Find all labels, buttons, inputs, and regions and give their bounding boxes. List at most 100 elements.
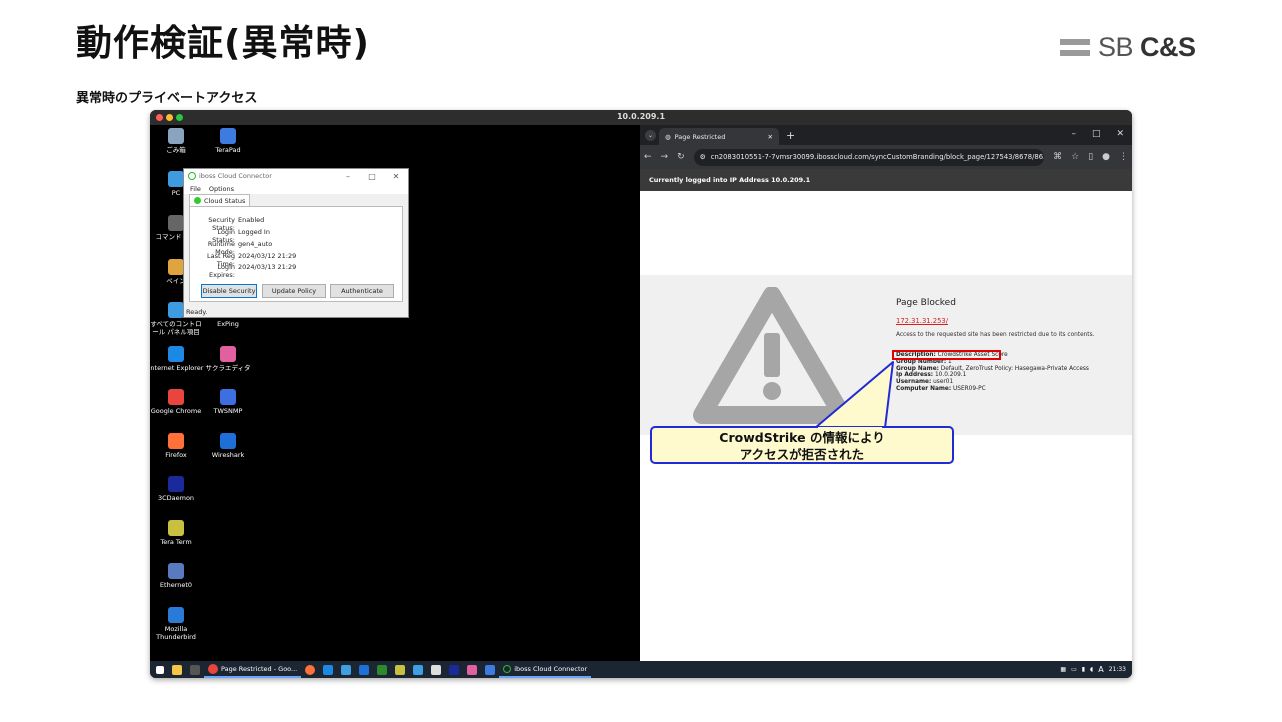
minimize-icon[interactable]: – xyxy=(1071,129,1076,139)
block-page-panel: Page Blocked 172.31.31.253/ Access to th… xyxy=(640,275,1132,435)
desktop-icon[interactable]: TWSNMP xyxy=(200,389,256,415)
menu-file[interactable]: File xyxy=(190,185,201,193)
desktop-icon-label: Ethernet0 xyxy=(159,581,193,589)
menu-options[interactable]: Options xyxy=(209,185,234,193)
desktop-icon[interactable]: Tera Term xyxy=(150,520,204,546)
desktop-icon-label: ExPing xyxy=(217,320,239,328)
desktop-icon[interactable]: Internet Explorer xyxy=(150,346,204,372)
network-icon[interactable]: ▦ xyxy=(1060,666,1066,673)
firefox-icon[interactable] xyxy=(305,664,316,675)
translate-icon[interactable]: ⌘ xyxy=(1053,152,1062,162)
desktop-icon[interactable]: TeraPad xyxy=(200,128,256,154)
status-green-icon xyxy=(194,197,201,204)
clock[interactable]: 21:33 xyxy=(1109,666,1126,673)
desktop-icon[interactable]: Wireshark xyxy=(200,433,256,459)
tab-search-icon[interactable]: ⌄ xyxy=(645,130,656,141)
explorer-icon[interactable] xyxy=(172,664,182,675)
usb-icon[interactable]: ▮ xyxy=(1082,666,1085,673)
status-row: Login Expires: 2024/03/13 21:29 xyxy=(209,263,297,279)
desktop-icon[interactable]: Google Chrome xyxy=(150,389,204,415)
firefox-icon xyxy=(168,433,184,449)
system-tray: ▦ ▭ ▮ ◖ A 21:33 xyxy=(1060,665,1132,674)
callout-line-1: CrowdStrike の情報により xyxy=(719,430,885,445)
thunderbird-icon xyxy=(168,607,184,623)
wireshark-icon[interactable] xyxy=(359,664,370,675)
forward-icon[interactable]: → xyxy=(661,152,669,162)
taskbar-iboss-app[interactable]: iboss Cloud Connector xyxy=(499,661,592,678)
globe-icon: ◍ xyxy=(665,132,671,141)
logged-in-banner: Currently logged into IP Address 10.0.20… xyxy=(640,169,1132,191)
reload-icon[interactable]: ↻ xyxy=(677,152,685,162)
desktop-icon[interactable]: サクラエディタ xyxy=(200,346,256,372)
terapad-icon[interactable] xyxy=(485,664,496,675)
windows-desktop: ごみ箱 TeraPad PC コマンド プロ ペイン すべてのコントロール パネル項目 Ex… xyxy=(150,125,640,661)
detail-row: Ip Address: 10.0.209.1 xyxy=(896,372,967,379)
description-highlight-box xyxy=(892,350,1001,360)
desktop-icon-label: 3CDaemon xyxy=(157,494,195,502)
new-tab-button[interactable]: + xyxy=(786,129,795,142)
exping-icon[interactable] xyxy=(413,664,424,675)
desktop-icon[interactable]: ごみ箱 xyxy=(150,128,204,154)
address-bar[interactable]: ⚙ cn2083010551-7-7vmsr30099.ibosscloud.c… xyxy=(693,148,1045,166)
desktop-icon-label: ごみ箱 xyxy=(166,146,186,154)
blocked-url-link[interactable]: 172.31.31.253/ xyxy=(896,317,948,325)
disable-security-button[interactable]: Disable Security xyxy=(201,284,257,298)
authenticate-button[interactable]: Authenticate xyxy=(330,284,394,298)
update-policy-button[interactable]: Update Policy xyxy=(262,284,326,298)
terminal-icon[interactable] xyxy=(190,664,200,675)
control-panel-icon xyxy=(168,302,184,318)
browser-tabbar: ⌄ ◍ Page Restricted ✕ + – □ ✕ xyxy=(640,125,1132,145)
sakura-editor-icon xyxy=(220,346,236,362)
3cdaemon-icon[interactable] xyxy=(449,664,460,675)
paint-icon xyxy=(168,259,184,275)
edge-icon[interactable] xyxy=(341,664,352,675)
desktop-icon[interactable]: 3CDaemon xyxy=(150,476,204,502)
window-title: 10.0.209.1 xyxy=(616,112,666,121)
teraterm-icon[interactable] xyxy=(395,664,406,675)
internet-explorer-icon xyxy=(168,346,184,362)
close-icon[interactable]: ✕ xyxy=(384,172,408,181)
remote-desktop-window: 10.0.209.1 ごみ箱 TeraPad PC コマンド プロ ペイン すべてのコント… xyxy=(150,110,1132,678)
bookmark-star-icon[interactable]: ☆ xyxy=(1071,152,1079,162)
internet-explorer-icon[interactable] xyxy=(323,664,334,675)
tab-label: Cloud Status xyxy=(204,196,246,205)
menu-dots-icon[interactable]: ⋮ xyxy=(1119,152,1128,162)
sbcs-logo: SB C&S xyxy=(1060,32,1196,63)
tab-cloud-status[interactable]: Cloud Status xyxy=(189,194,251,206)
logo-bars-icon xyxy=(1060,39,1090,56)
maximize-icon[interactable]: □ xyxy=(360,172,384,181)
page-blocked-title: Page Blocked xyxy=(896,298,956,308)
recycle-bin-icon xyxy=(168,128,184,144)
notepad-icon[interactable] xyxy=(431,664,442,675)
ime-indicator[interactable]: A xyxy=(1098,665,1103,674)
desktop-icon-label: Mozilla Thunderbird xyxy=(156,625,196,641)
browser-tab[interactable]: ◍ Page Restricted ✕ xyxy=(659,128,779,145)
back-icon[interactable]: ← xyxy=(644,152,652,162)
site-info-icon[interactable]: ⚙ xyxy=(700,153,706,161)
profile-icon[interactable]: ● xyxy=(1102,152,1110,162)
desktop-icon[interactable]: Firefox xyxy=(150,433,204,459)
url-text: cn2083010551-7-7vmsr30099.ibosscloud.com… xyxy=(710,153,1045,161)
desktop-icon[interactable]: Mozilla Thunderbird xyxy=(150,607,204,641)
chrome-icon xyxy=(208,663,218,674)
chrome-icon xyxy=(168,389,184,405)
logo-text: SB C&S xyxy=(1098,32,1196,62)
maximize-icon[interactable]: □ xyxy=(1092,129,1101,139)
desktop-icon[interactable]: Ethernet0 xyxy=(150,563,204,589)
desktop-icon-label: Firefox xyxy=(165,451,187,459)
detail-row: Username: user01 xyxy=(896,379,954,386)
iboss-power-icon xyxy=(503,664,512,673)
close-icon[interactable]: ✕ xyxy=(1116,129,1124,139)
taskbar-chrome-app[interactable]: Page Restricted - Goo... xyxy=(204,661,302,678)
battery-icon[interactable]: ▭ xyxy=(1071,666,1077,673)
iboss-power-icon xyxy=(188,172,196,180)
desktop-icon-label: Wireshark xyxy=(211,451,245,459)
desktop-icon-label: Google Chrome xyxy=(150,407,202,415)
sakura-editor-icon[interactable] xyxy=(467,664,478,675)
side-panel-icon[interactable]: ▯ xyxy=(1088,152,1093,162)
start-icon[interactable] xyxy=(156,665,164,674)
close-tab-icon[interactable]: ✕ xyxy=(768,133,773,141)
minimize-icon[interactable]: – xyxy=(336,172,360,181)
speaker-icon[interactable]: ◖ xyxy=(1090,666,1093,673)
monitor-icon[interactable] xyxy=(377,664,388,675)
